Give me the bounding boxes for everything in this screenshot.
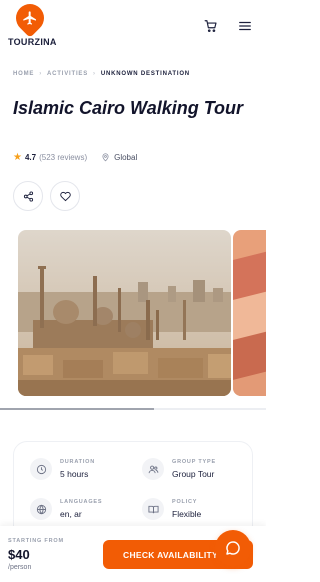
detail-languages: LANGUAGES en, ar — [30, 498, 102, 520]
starting-from-label: STARTING FROM — [8, 538, 64, 544]
chat-bubble-icon — [226, 541, 240, 555]
menu-button[interactable] — [236, 17, 254, 35]
detail-group-type: GROUP TYPE Group Tour — [142, 458, 216, 480]
users-icon — [142, 458, 164, 480]
globe-icon — [30, 498, 52, 520]
gallery-photo-cairo[interactable] — [18, 230, 231, 396]
price-value: $40 — [8, 547, 30, 562]
policy-value: Flexible — [172, 509, 202, 519]
brand-logo[interactable]: TOURZINA — [8, 0, 57, 50]
hamburger-menu-icon — [239, 21, 251, 31]
review-count[interactable]: (523 reviews) — [39, 153, 87, 162]
share-icon — [23, 190, 33, 202]
languages-label: LANGUAGES — [60, 499, 103, 505]
breadcrumb: HOME › ACTIVITIES › UNKNOWN DESTINATION — [13, 71, 190, 77]
brand-name: TOURZINA — [8, 37, 57, 47]
photo-gallery[interactable] — [18, 230, 266, 396]
star-icon: ★ — [13, 152, 22, 163]
languages-value: en, ar — [60, 509, 82, 519]
top-header: TOURZINA — [0, 0, 266, 56]
book-icon — [142, 498, 164, 520]
breadcrumb-home[interactable]: HOME — [13, 71, 34, 77]
price-unit: /person — [8, 564, 32, 571]
policy-label: POLICY — [172, 499, 198, 505]
airplane-icon — [10, 0, 50, 38]
gallery-scrollbar[interactable] — [0, 408, 266, 410]
heart-icon — [59, 191, 71, 201]
rating-value: 4.7 — [24, 153, 37, 162]
location-text: Global — [114, 153, 138, 162]
group-type-label: GROUP TYPE — [172, 459, 216, 465]
detail-duration: DURATION 5 hours — [30, 458, 95, 480]
duration-label: DURATION — [60, 459, 96, 465]
chat-button[interactable] — [215, 530, 251, 566]
page-title: Islamic Cairo Walking Tour — [13, 98, 244, 118]
breadcrumb-separator-icon: › — [39, 71, 43, 77]
share-button[interactable] — [13, 181, 43, 211]
location-pin-icon — [101, 153, 110, 162]
clock-icon — [30, 458, 52, 480]
rating-location-row: ★ 4.7 (523 reviews) Global — [13, 152, 137, 163]
gallery-scrollbar-thumb[interactable] — [0, 408, 155, 410]
gallery-photo-canyon[interactable] — [233, 230, 266, 396]
cart-button[interactable] — [202, 17, 220, 35]
breadcrumb-activities[interactable]: ACTIVITIES — [47, 71, 88, 77]
group-type-value: Group Tour — [172, 469, 215, 479]
favorite-button[interactable] — [50, 181, 80, 211]
breadcrumb-separator-icon: › — [93, 71, 96, 77]
detail-policy: POLICY Flexible — [142, 498, 201, 520]
tour-detail-page: TOURZINA HOME › ACTIVITIES › UNKNOWN DES… — [0, 0, 266, 582]
cart-icon — [204, 20, 217, 33]
duration-value: 5 hours — [60, 469, 89, 479]
breadcrumb-current: UNKNOWN DESTINATION — [100, 71, 190, 77]
